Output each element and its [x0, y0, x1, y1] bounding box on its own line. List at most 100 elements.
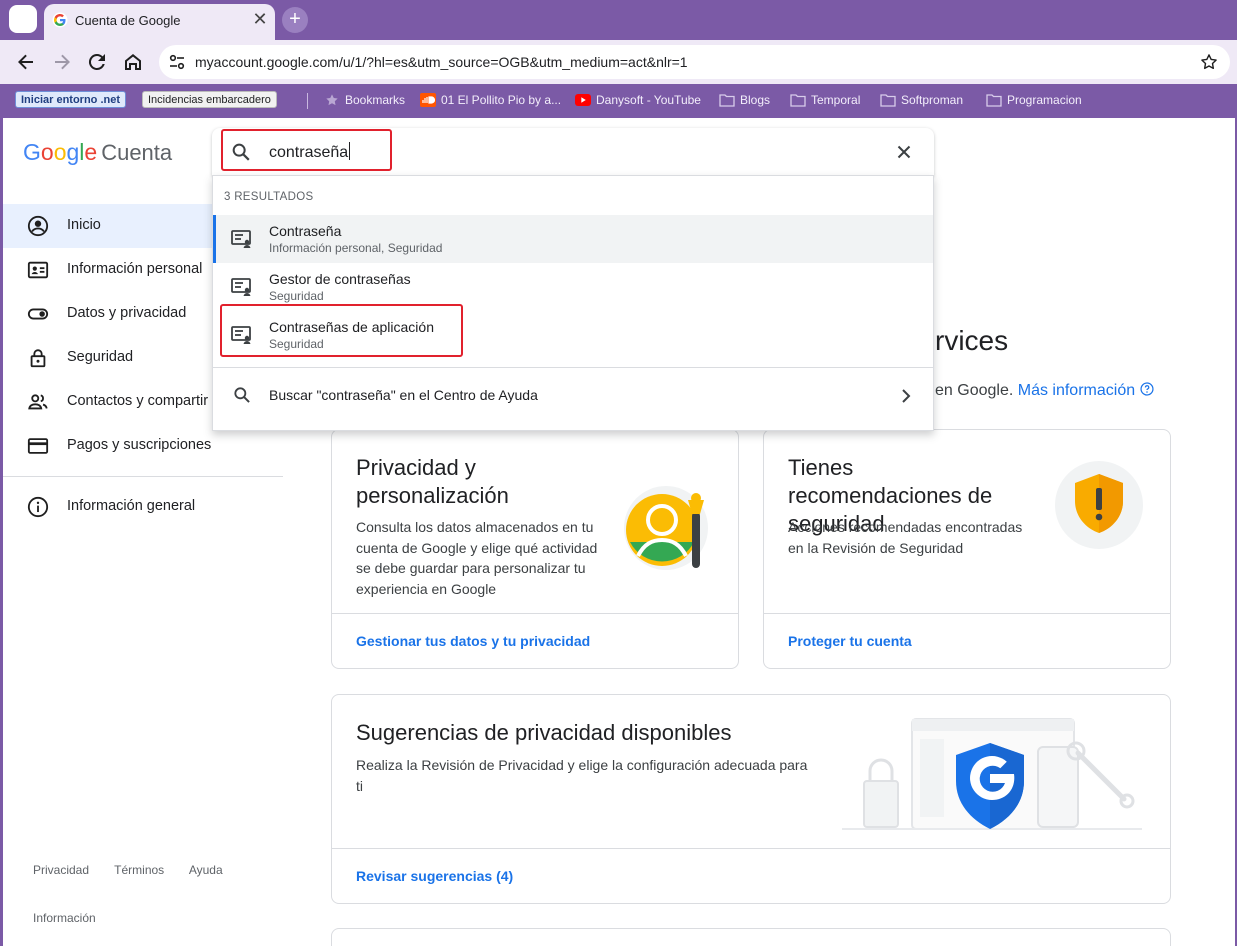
credit-card-icon [27, 438, 49, 454]
help-center-text: Buscar "contraseña" en el Centro de Ayud… [269, 387, 538, 403]
bookmark-folder-programacion[interactable]: Programacion [986, 92, 1082, 110]
youtube-icon [575, 94, 591, 106]
chevron-right-icon [902, 389, 911, 403]
logo-suffix: Cuenta [101, 140, 173, 165]
result-subtitle: Seguridad [269, 289, 324, 303]
search-results-dropdown: 3 RESULTADOS Contraseña Información pers… [212, 175, 934, 431]
card-divider [332, 848, 1170, 849]
logo-letter: o [53, 139, 67, 165]
sidebar-item-label: Información general [67, 498, 196, 514]
card-description: Consulta los datos almacenados en tu cue… [356, 519, 598, 597]
more-info-link[interactable]: Más información [1018, 382, 1135, 399]
lock-icon [30, 349, 46, 368]
highlight-box-search-term [221, 129, 392, 171]
tab-title: Cuenta de Google [75, 13, 181, 28]
bookmark-chip-incidencias[interactable]: Incidencias embarcadero [142, 91, 277, 108]
google-wordmark: Google [23, 139, 97, 165]
url-text: myaccount.google.com/u/1/?hl=es&utm_sour… [195, 54, 688, 70]
sidebar-item-label: Información personal [67, 261, 203, 277]
toggle-icon [27, 308, 49, 320]
sidebar-item-label: Seguridad [67, 349, 134, 365]
soundcloud-icon [420, 93, 436, 107]
home-icon[interactable] [121, 50, 145, 74]
account-circle-icon [27, 215, 49, 237]
footer-link-informacion[interactable]: Información [33, 911, 96, 925]
card-title: Privacidad y personalización [356, 455, 509, 508]
manage-data-link[interactable]: Gestionar tus datos y tu privacidad [356, 633, 590, 649]
help-circle-icon[interactable] [1139, 382, 1154, 396]
folder-icon [719, 94, 735, 107]
footer-link-terminos[interactable]: Términos [114, 863, 164, 877]
tab-strip: Cuenta de Google ✕ + [0, 0, 1237, 40]
forward-arrow-icon[interactable] [50, 50, 74, 74]
account-page: Google Cuenta Inicio Información persona… [0, 118, 1237, 946]
folder-icon [790, 94, 806, 107]
address-bar[interactable]: myaccount.google.com/u/1/?hl=es&utm_sour… [159, 45, 1230, 79]
dropdown-divider [213, 367, 933, 368]
info-icon [27, 496, 49, 518]
card-privacidad: Privacidad y personalización Consulta lo… [331, 429, 739, 669]
logo-letter: G [23, 139, 41, 165]
sidebar-item-label: Pagos y suscripciones [67, 437, 212, 453]
page-heading: rvices [935, 325, 1009, 356]
footer-link-privacidad[interactable]: Privacidad [33, 863, 89, 877]
tab-close-icon[interactable]: ✕ [250, 9, 270, 29]
bookmark-folder-softproman[interactable]: Softproman [880, 92, 963, 110]
card-title: Sugerencias de privacidad disponibles [356, 720, 732, 745]
settings-page-icon [231, 230, 251, 248]
search-icon [234, 387, 250, 403]
card-divider [332, 613, 738, 614]
browser-toolbar: myaccount.google.com/u/1/?hl=es&utm_sour… [0, 40, 1237, 84]
folder-icon [880, 94, 896, 107]
review-suggestions-link[interactable]: Revisar sugerencias (4) [356, 868, 513, 884]
card-sugerencias: Sugerencias de privacidad disponibles Re… [331, 694, 1171, 904]
star-icon [326, 94, 338, 106]
results-count: 3 RESULTADOS [224, 191, 314, 203]
bookmark-danysoft[interactable]: Danysoft - YouTube [575, 92, 701, 110]
reload-icon[interactable] [85, 50, 109, 74]
card-divider [764, 613, 1170, 614]
site-info-icon[interactable] [167, 52, 187, 72]
footer-links: Privacidad Términos Ayuda [33, 863, 245, 877]
sidebar-divider [3, 476, 283, 477]
bookmark-chip-iniciar[interactable]: Iniciar entorno .net [15, 91, 127, 108]
back-arrow-icon[interactable] [14, 50, 38, 74]
bookmark-folder-blogs[interactable]: Blogs [719, 92, 770, 110]
result-title: Gestor de contraseñas [269, 271, 411, 287]
logo-letter: o [40, 139, 54, 165]
bookmark-folder-temporal[interactable]: Temporal [790, 92, 860, 110]
security-warning-shield-icon [1055, 461, 1143, 549]
browser-tab[interactable]: Cuenta de Google ✕ [44, 4, 275, 40]
footer-link-ayuda[interactable]: Ayuda [189, 863, 223, 877]
google-favicon-icon [52, 12, 68, 28]
card-description: Realiza la Revisión de Privacidad y elig… [356, 757, 808, 794]
card-description: Acciones recomendadas encontradas en la … [788, 519, 1023, 556]
sidebar-item-informacion-general[interactable]: Información general [3, 485, 283, 529]
search-result-item[interactable]: Contraseña Información personal, Segurid… [213, 215, 933, 263]
sidebar-item-label: Datos y privacidad [67, 305, 187, 321]
tab-search-button[interactable] [9, 5, 37, 33]
bookmark-bookmarks[interactable]: Bookmarks [324, 92, 405, 110]
browser-chrome: Cuenta de Google ✕ + myaccount.google.co… [0, 0, 1237, 118]
new-tab-button[interactable]: + [282, 7, 308, 33]
card-seguridad: Tienes recomendaciones de seguridad Acci… [763, 429, 1171, 669]
result-subtitle: Información personal, Seguridad [269, 241, 443, 255]
logo-letter: e [84, 139, 98, 165]
logo-letter: g [66, 139, 80, 165]
bookmark-star-icon[interactable] [1199, 52, 1219, 72]
bookmarks-bar: Iniciar entorno .net Incidencias embarca… [0, 84, 1237, 118]
highlight-box-app-passwords [220, 304, 463, 357]
search-help-center-item[interactable]: Buscar "contraseña" en el Centro de Ayud… [213, 372, 933, 420]
sidebar-item-label: Inicio [67, 217, 101, 233]
google-account-logo[interactable]: Google Cuenta [23, 139, 172, 166]
result-title: Contraseña [269, 223, 342, 239]
privacy-personalization-illustration-icon [624, 486, 708, 570]
people-icon [28, 394, 48, 410]
bookmark-separator [307, 93, 308, 109]
protect-account-link[interactable]: Proteger tu cuenta [788, 633, 912, 649]
id-card-icon [27, 261, 49, 279]
close-icon[interactable] [893, 141, 915, 163]
bookmark-pollito[interactable]: 01 El Pollito Pio by a... [420, 92, 561, 110]
sidebar-item-label: Contactos y compartir [67, 393, 209, 409]
privacy-checkup-illustration-icon [842, 718, 1142, 830]
